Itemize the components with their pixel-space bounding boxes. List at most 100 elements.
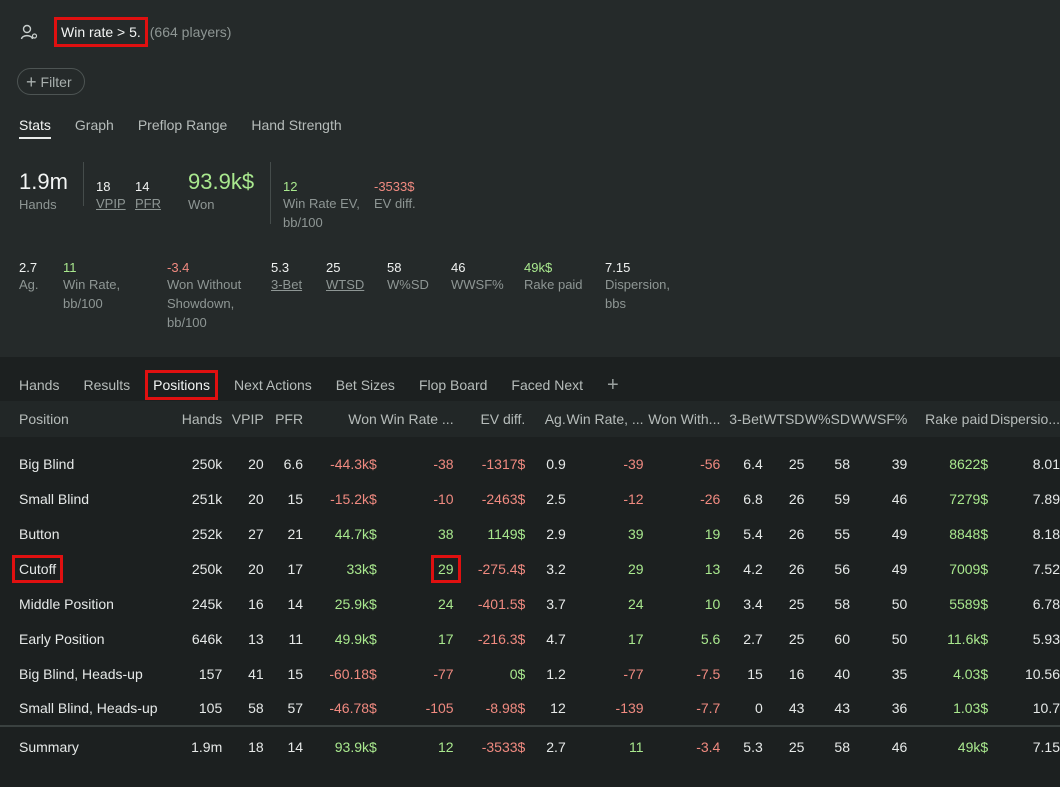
tab-graph[interactable]: Graph [75,117,114,139]
table-cell: -7.5 [696,665,721,682]
table-cell: 5.93 [1032,630,1060,647]
plus-icon: + [26,71,37,92]
won-without-sd-value: -3.4 [167,260,190,275]
table-cell: 1.2 [546,665,566,682]
filter-chip-label: Win rate > 5. [61,24,141,40]
table-cell: 1.03$ [953,700,989,716]
highlighted-win-rate: 29 [431,554,461,583]
table-cell: 58 [248,700,264,716]
win-rate-ev-unit: bb/100 [283,215,323,230]
column-header[interactable]: VPIP [222,401,264,437]
user-filter-icon[interactable] [20,23,38,41]
column-header[interactable]: Rake paid [907,401,988,437]
tab-preflop-range[interactable]: Preflop Range [138,117,228,139]
column-header[interactable]: EV diff. [454,401,525,437]
tab-faced-next[interactable]: Faced Next [511,370,583,400]
column-header[interactable]: Won [303,401,377,437]
table-cell: 646k [191,630,223,647]
table-cell: 7.52 [1032,560,1060,577]
three-bet-label[interactable]: 3-Bet [271,275,302,294]
stat-wsd: 58 W%SD [387,260,429,294]
column-header[interactable]: WWSF% [850,401,908,437]
table-row[interactable]: Small Blind 251k 20 15 -15.2k$ -10 -2463$ 2.5 -1… [0,481,1060,516]
table-cell: 29 [377,551,461,586]
table-cell: -77 [433,665,454,682]
tab-results[interactable]: Results [83,370,130,400]
table-cell: 4.2 [743,560,763,577]
stat-3bet: 5.3 3-Bet [271,260,302,294]
column-header[interactable]: Win Rate ... [377,401,453,437]
table-row[interactable]: Cutoff 250k 20 17 33k$ 29 -275.4$ 3.2 29 13 4.2 26 5… [0,551,1060,586]
table-cell: 13 [248,630,264,647]
stat-rake-paid: 49k$ Rake paid [524,260,583,294]
tab-hand-strength[interactable]: Hand Strength [251,117,341,139]
wwsf-value: 46 [451,260,466,275]
table-cell: 38 [438,525,454,542]
tab-hands[interactable]: Hands [19,370,59,400]
table-cell: 25 [788,595,805,612]
tab-bet-sizes[interactable]: Bet Sizes [336,370,395,400]
table-cell: 14 [287,595,304,612]
tab-stats[interactable]: Stats [19,117,51,139]
table-cell: 15 [287,665,304,682]
ev-diff-value: -3533$ [374,179,415,194]
column-header[interactable]: Hands [174,401,222,437]
add-report-icon[interactable]: + [607,370,619,400]
column-header[interactable]: Won With... [644,401,720,437]
table-cell: 245k [191,595,223,612]
column-header[interactable]: Ag. [525,401,566,437]
add-filter-button[interactable]: + Filter [17,68,85,95]
table-row[interactable]: Small Blind, Heads-up 105 58 57 -46.78$ -105 -… [0,691,1060,726]
table-cell: 10.56 [1024,665,1060,682]
tab-flop-board[interactable]: Flop Board [419,370,487,400]
summary-row[interactable]: Summary 1.9m 18 14 93.9k$ 12 -3533$ 2.7 11 -3.4 5.… [0,725,1060,766]
table-row[interactable]: Middle Position 245k 16 14 25.9k$ 24 -401.5$ 3.… [0,586,1060,621]
column-header[interactable]: Dispersio... [988,401,1060,437]
table-cell: Middle Position [19,595,114,612]
table-cell: 251k [191,490,223,507]
column-header[interactable]: 3-Bet [720,401,762,437]
column-header[interactable]: W%SD [804,401,850,437]
table-cell: 12 [550,700,566,716]
table-cell: 27 [248,525,264,542]
divider [83,162,84,206]
table-cell: 58 [834,595,850,612]
tab-positions[interactable]: Positions [145,370,218,400]
table-row[interactable]: Early Position 646k 13 11 49.9k$ 17 -216.3$ 4.7… [0,621,1060,656]
table-cell: 10 [704,595,721,612]
stat-wwsf: 46 WWSF% [451,260,504,294]
table-cell: 7009$ [949,560,989,577]
table-cell: 7.89 [1032,490,1060,507]
table-cell: 1149$ [487,525,526,542]
dispersion-value: 7.15 [605,260,631,275]
pfr-label[interactable]: PFR [135,194,161,213]
wtsd-label[interactable]: WTSD [326,275,364,294]
column-header[interactable]: Position [0,401,174,437]
table-cell: -401.5$ [477,595,526,612]
table-cell: 2.9 [546,525,566,542]
table-cell: 19 [704,525,721,542]
filter-chip[interactable]: Win rate > 5. [54,17,148,47]
table-row[interactable]: Button 252k 27 21 44.7k$ 38 1149$ 2.9 39 19 5.4 26 5… [0,516,1060,551]
column-header[interactable]: WTSD [763,401,804,437]
table-cell: -1317$ [481,455,526,472]
stat-win-rate: 11 Win Rate, bb/100 [63,260,120,313]
wsd-value: 58 [387,260,402,275]
table-cell: -15.2k$ [330,490,377,507]
tab-next-actions[interactable]: Next Actions [234,370,312,400]
won-without-sd-label: Won Without [167,277,242,292]
column-header[interactable]: Win Rate, ... [566,401,644,437]
column-header[interactable]: PFR [264,401,303,437]
table-cell: 157 [198,665,223,682]
table-cell: 3.2 [546,560,566,577]
vpip-label[interactable]: VPIP [96,194,126,213]
table-cell: 3.4 [743,595,763,612]
table-cell: -275.4$ [477,560,526,577]
highlighted-position: Cutoff [12,554,64,583]
three-bet-value: 5.3 [271,260,290,275]
table-row[interactable]: Big Blind, Heads-up 157 41 15 -60.18$ -77 0$ 1.… [0,656,1060,691]
table-cell: Summary [0,725,174,766]
table-row[interactable]: Big Blind 250k 20 6.6 -44.3k$ -38 -1317$ 0.9 -39… [0,437,1060,481]
win-rate-unit: bb/100 [63,296,103,311]
table-cell: 105 [198,700,223,716]
